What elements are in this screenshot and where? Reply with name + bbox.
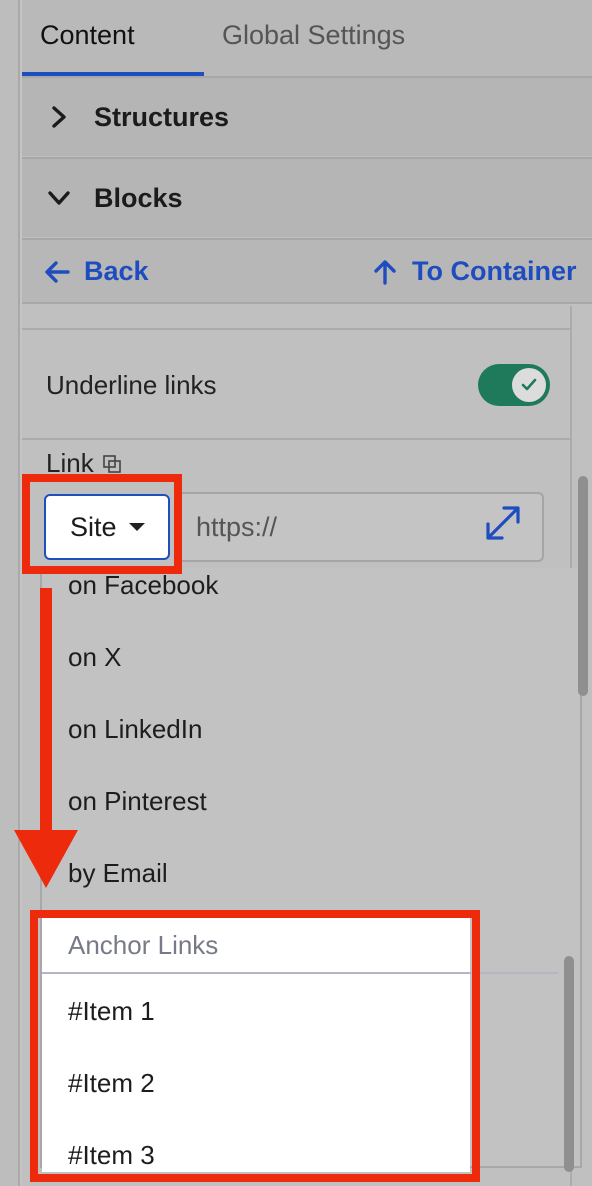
arrow-left-icon (45, 260, 70, 283)
to-container-label: To Container (412, 256, 577, 286)
back-label: Back (84, 256, 149, 286)
back-link[interactable]: Back (44, 256, 149, 287)
navigation-bar: Back To Container (22, 238, 592, 304)
copy-icon (102, 454, 121, 473)
annotation-arrow-down-icon (14, 830, 78, 888)
tab-global-settings[interactable]: Global Settings (222, 20, 405, 51)
dropdown-option-pinterest[interactable]: on Pinterest (68, 786, 207, 817)
dropdown-option-linkedin[interactable]: on LinkedIn (68, 714, 202, 745)
arrow-up-icon (374, 259, 396, 285)
highlight-box-anchor-links (30, 910, 480, 1182)
accordion-structures[interactable]: Structures (22, 76, 592, 156)
dropdown-option-facebook[interactable]: on Facebook (68, 570, 218, 601)
accordion-blocks-label: Blocks (94, 183, 183, 213)
tab-content[interactable]: Content (40, 20, 135, 51)
dropdown-option-email[interactable]: by Email (68, 858, 168, 889)
check-icon (521, 378, 537, 391)
expand-icon[interactable] (482, 502, 524, 544)
accordion-structures-label: Structures (94, 102, 230, 132)
divider (22, 328, 570, 330)
annotation-arrow-shaft (40, 588, 52, 838)
dropdown-scrollbar[interactable] (564, 956, 574, 1172)
highlight-box-select (22, 474, 182, 574)
url-input-value: https:// (196, 512, 278, 542)
dropdown-option-x[interactable]: on X (68, 642, 122, 673)
underline-links-label: Underline links (46, 370, 217, 400)
accordion-blocks[interactable]: Blocks (22, 157, 592, 237)
chevron-right-icon (52, 106, 66, 128)
toggle-knob (512, 368, 546, 402)
divider (22, 438, 570, 440)
to-container-link[interactable]: To Container (372, 256, 577, 287)
panel-scrollbar[interactable] (578, 476, 588, 696)
chevron-down-icon (48, 191, 70, 205)
left-gutter (0, 0, 20, 1186)
